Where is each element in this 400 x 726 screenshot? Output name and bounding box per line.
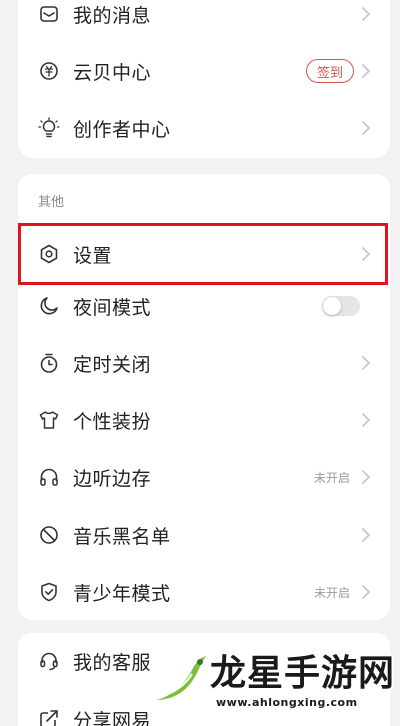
menu-item-label: 创作者中心 bbox=[73, 118, 171, 141]
chevron-right-icon bbox=[360, 119, 372, 137]
menu-item-label: 定时关闭 bbox=[73, 353, 152, 376]
mail-icon bbox=[38, 3, 60, 25]
menu-item-settings[interactable]: 设置 bbox=[18, 226, 390, 282]
headphones-icon bbox=[38, 466, 60, 488]
menu-item-label: 分享网易 bbox=[73, 709, 152, 726]
moon-icon bbox=[38, 295, 60, 317]
settings-hexagon-icon bbox=[38, 243, 60, 265]
sign-in-badge[interactable]: 签到 bbox=[305, 59, 354, 83]
menu-item-label: 个性装扮 bbox=[73, 410, 152, 433]
menu-item-label: 云贝中心 bbox=[73, 61, 152, 84]
watermark-logo-icon bbox=[156, 656, 206, 700]
menu-item-label: 夜间模式 bbox=[73, 296, 152, 319]
menu-item-listen-and-save[interactable]: 边听边存 未开启 bbox=[18, 449, 390, 505]
menu-item-label: 音乐黑名单 bbox=[73, 525, 171, 548]
tshirt-icon bbox=[38, 409, 60, 431]
chevron-right-icon bbox=[360, 245, 372, 263]
chevron-right-icon bbox=[360, 526, 372, 544]
lightbulb-icon bbox=[38, 117, 60, 139]
chevron-right-icon bbox=[360, 583, 372, 601]
chevron-right-icon bbox=[360, 468, 372, 486]
menu-item-music-blacklist[interactable]: 音乐黑名单 bbox=[18, 507, 390, 563]
menu-item-label: 我的客服 bbox=[73, 651, 152, 674]
other-section-card: 其他 设置 夜间模式 定时关闭 个性装扮 边听边存 未开启 音乐黑名单 青少年模… bbox=[18, 174, 390, 620]
menu-item-youth-mode[interactable]: 青少年模式 未开启 bbox=[18, 564, 390, 620]
blocked-icon bbox=[38, 524, 60, 546]
toggle-knob bbox=[323, 297, 341, 315]
section-title: 其他 bbox=[38, 195, 65, 210]
menu-item-label: 我的消息 bbox=[73, 4, 152, 27]
watermark-url: www.ahlongxing.com bbox=[216, 696, 358, 709]
chevron-right-icon bbox=[360, 62, 372, 80]
menu-item-label: 设置 bbox=[73, 244, 113, 267]
status-text: 未开启 bbox=[313, 585, 350, 600]
menu-item-sleep-timer[interactable]: 定时关闭 bbox=[18, 335, 390, 391]
chevron-right-icon bbox=[360, 354, 372, 372]
timer-icon bbox=[38, 352, 60, 374]
chevron-right-icon bbox=[360, 5, 372, 23]
night-mode-toggle[interactable] bbox=[322, 296, 360, 316]
watermark-title: 龙星手游网 bbox=[210, 653, 396, 694]
share-icon bbox=[38, 708, 60, 726]
top-menu-card: 我的消息 云贝中心 签到 创作者中心 bbox=[18, 0, 390, 158]
menu-item-cloud-coin-center[interactable]: 云贝中心 签到 bbox=[18, 43, 390, 99]
menu-item-creator-center[interactable]: 创作者中心 bbox=[18, 100, 390, 156]
headset-icon bbox=[38, 650, 60, 672]
coin-icon bbox=[38, 60, 60, 82]
menu-item-night-mode[interactable]: 夜间模式 bbox=[18, 278, 390, 334]
menu-item-messages[interactable]: 我的消息 bbox=[18, 0, 390, 42]
chevron-right-icon bbox=[360, 411, 372, 429]
shield-check-icon bbox=[38, 581, 60, 603]
menu-item-label: 边听边存 bbox=[73, 467, 152, 490]
watermark: 龙星手游网 www.ahlongxing.com bbox=[150, 640, 400, 726]
menu-item-personalize[interactable]: 个性装扮 bbox=[18, 392, 390, 448]
status-text: 未开启 bbox=[313, 470, 350, 485]
menu-item-label: 青少年模式 bbox=[73, 582, 171, 605]
